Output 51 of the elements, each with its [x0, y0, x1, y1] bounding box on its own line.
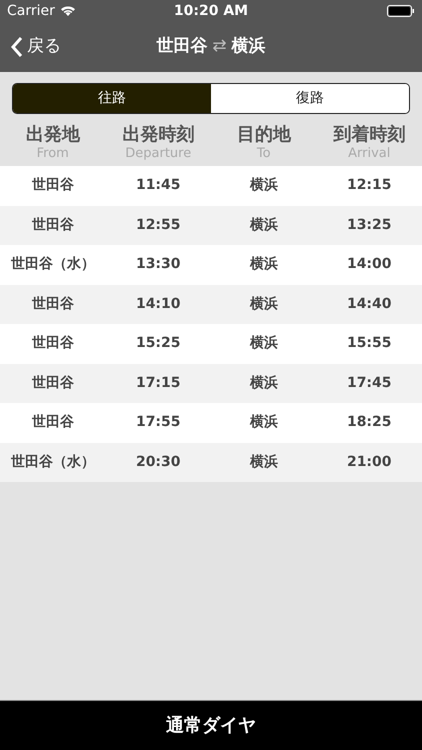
table-cell-text: 15:25	[136, 334, 181, 354]
column-subheader: Departure	[125, 146, 192, 162]
table-cell-text: 15:55	[346, 334, 392, 354]
column-subheader: To	[256, 146, 271, 162]
title-destination: 横浜	[232, 35, 266, 58]
schedule-label: 通常ダイヤ	[166, 714, 256, 738]
table-cell-text: 横浜	[250, 334, 278, 354]
table-cell-text: 18:25	[346, 413, 392, 432]
table-cell-text: 世田谷（水）	[10, 255, 95, 274]
wifi-icon	[60, 5, 76, 17]
table-cell-text: 12:15	[346, 176, 392, 196]
table-cell-text: 世田谷	[32, 334, 74, 354]
table-cell-text: 17:45	[346, 374, 392, 393]
table-cell-text: 17:55	[136, 413, 181, 432]
column-subheader: From	[36, 146, 69, 162]
table-cell-text: 12:55	[136, 216, 181, 235]
tab[interactable]: 往路	[13, 84, 211, 113]
table-cell-text: 14:40	[346, 294, 392, 314]
column-subheader: Arrival	[348, 146, 390, 162]
table-cell-text: 横浜	[250, 216, 278, 235]
table-cell-text: 横浜	[250, 452, 278, 472]
table-cell-text: 世田谷	[32, 294, 74, 314]
table-cell-text: 20:30	[136, 452, 181, 472]
table-cell-text: 世田谷	[32, 374, 74, 393]
table-cell-text: 17:15	[136, 374, 181, 393]
table-cell-text: 横浜	[250, 413, 278, 432]
carrier-label: Carrier	[7, 2, 55, 20]
title-arrow: ⇄	[212, 35, 227, 58]
table-cell-text: 横浜	[250, 255, 278, 274]
table-cell-text: 横浜	[250, 374, 278, 393]
table-cell-text: 世田谷（水）	[10, 452, 95, 472]
column-header: 目的地	[236, 124, 291, 146]
table-cell-text: 13:30	[136, 255, 181, 274]
table-cell-text: 横浜	[250, 176, 278, 196]
clock-label: 10:20 AM	[174, 2, 248, 20]
chevron-left-icon	[10, 36, 23, 58]
table-cell-text: 11:45	[136, 176, 181, 196]
back-button[interactable]: 戻る	[0, 34, 61, 60]
title-origin: 世田谷	[156, 35, 208, 58]
column-header: 到着時刻	[333, 124, 406, 146]
table-cell-text: 横浜	[250, 294, 278, 314]
table-cell-text: 21:00	[346, 452, 392, 472]
table-cell-text: 世田谷	[32, 413, 74, 432]
table-cell-text: 14:00	[346, 255, 392, 274]
table-cell-text: 世田谷	[32, 176, 74, 196]
column-header: 出発地	[26, 124, 80, 146]
table-cell-text: 14:10	[136, 294, 181, 314]
table-cell-text: 世田谷	[32, 216, 74, 235]
battery-icon	[387, 5, 415, 17]
table-cell-text: 13:25	[346, 216, 392, 235]
column-header: 出発時刻	[122, 124, 194, 146]
